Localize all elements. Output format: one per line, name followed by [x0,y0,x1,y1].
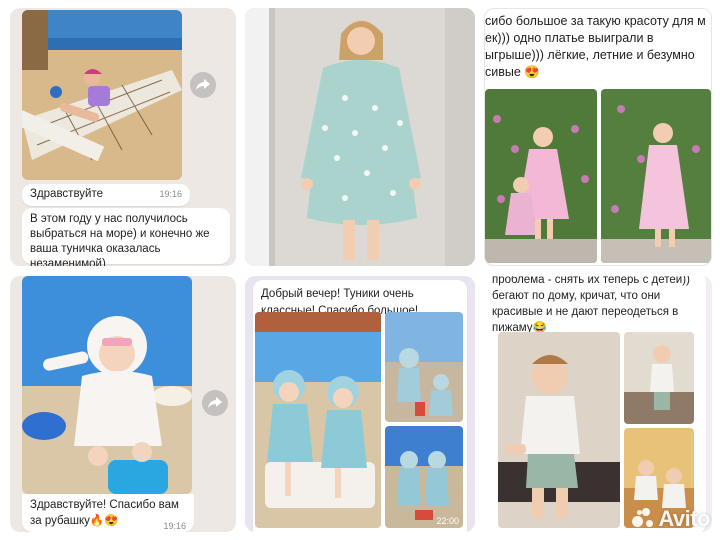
photo-boy-white-shirt[interactable] [498,332,620,528]
twins-standing-illustration [385,426,463,528]
avito-logo-icon [632,508,654,530]
photo-girl-in-hammock[interactable] [22,10,182,180]
message-time: 19:16 [163,521,186,531]
photo-girl-in-mint-tunic[interactable] [245,8,475,266]
review-tile-pink-dresses: сибо большое за такую красоту для м ек))… [484,8,712,266]
message-text: В этом году у нас получилось выбраться н… [30,213,210,266]
hammock-scene-illustration [22,10,182,180]
message-text: проблема - снять их теперь с детей)) бег… [492,276,690,334]
chat-bubble-message: Здравствуйте! Спасибо вам за рубашку🔥😍 1… [22,494,194,532]
message-time: 19:16 [159,189,182,199]
photo-twins-on-beach[interactable] [255,312,381,528]
review-collage: Здравствуйте 19:16 В этом году у нас пол… [0,0,720,540]
chat-bubble-message: В этом году у нас получилось выбраться н… [22,208,230,266]
review-tile-toddler-beach: Здравствуйте! Спасибо вам за рубашку🔥😍 1… [10,276,236,532]
twins-beach-illustration [255,312,381,528]
review-message-text: сибо большое за такую красоту для м ек))… [485,14,706,79]
review-tile-girl-tunic [245,8,475,266]
photo-child-by-sea[interactable] [385,312,463,422]
message-time: 22:00 [436,516,459,526]
girls-garden-illustration-left [485,89,597,263]
photo-toddler-white-hoodie[interactable] [22,276,192,494]
chat-bubble-greeting: Здравствуйте 19:16 [22,184,190,206]
photo-boy-standing-room[interactable] [624,332,694,424]
review-tile-boy-linen: проблема - снять их теперь с детей)) бег… [484,276,712,532]
review-tile-twins-blue-tunics: Добрый вечер! Туники очень классные! Спа… [245,276,475,532]
message-text: Здравствуйте! Спасибо вам за рубашку🔥😍 [30,499,179,527]
child-sea-illustration [385,312,463,422]
avito-watermark: Avito [632,506,710,532]
share-arrow-icon [196,79,210,90]
share-button[interactable] [202,390,228,416]
avito-brand-text: Avito [658,506,710,531]
photo-girls-pink-dresses-left[interactable] [485,89,597,263]
review-tile-beach-hammock: Здравствуйте 19:16 В этом году у нас пол… [10,8,236,266]
share-button[interactable] [190,72,216,98]
boy-linen-illustration [498,332,620,528]
photo-twins-standing[interactable]: 22:00 [385,426,463,528]
girl-tunic-illustration [245,8,475,266]
boy-room-illustration [624,332,694,424]
girls-garden-illustration-right [601,89,711,263]
greeting-text: Здравствуйте [30,188,104,200]
share-arrow-icon [208,397,222,408]
toddler-beach-illustration [22,276,192,494]
photo-girls-pink-dresses-right[interactable] [601,89,711,263]
